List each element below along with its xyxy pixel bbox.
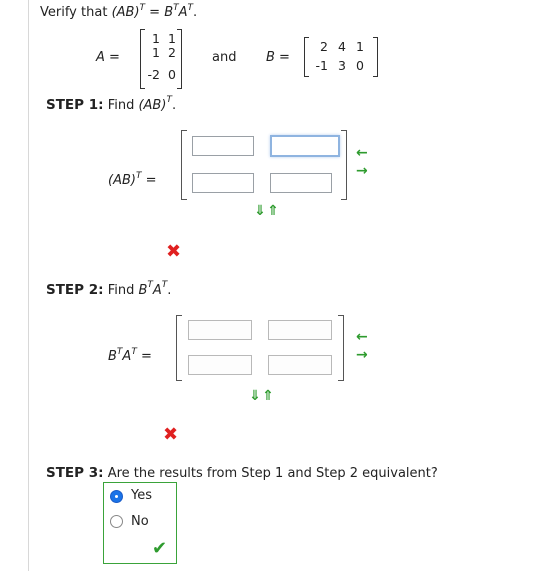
step1-heading: STEP 1: Find (AB)T.	[46, 95, 177, 113]
add-row-down-arrow-icon[interactable]: ⇓	[249, 388, 261, 404]
step1-input-r2c2[interactable]	[270, 173, 332, 193]
radio-no-label[interactable]: No	[131, 514, 149, 529]
step1-input-r2c1[interactable]	[192, 173, 254, 193]
step1-input-r1c1[interactable]	[192, 136, 254, 156]
problem-equals: =	[145, 5, 165, 20]
matrix-b-cell: 0	[356, 58, 364, 73]
radio-yes[interactable]	[110, 490, 123, 503]
step1-input-r1c2[interactable]	[270, 135, 340, 157]
left-margin-rule	[28, 0, 29, 571]
matrix-b-cell: -1	[315, 58, 328, 73]
matrix-b: 2 4 1 -1 3 0	[304, 37, 378, 77]
step2-label: STEP 2:	[46, 282, 104, 298]
step2-matrix-label: BTAT =	[108, 347, 152, 364]
step1-matrix-label: (AB)T =	[108, 171, 157, 188]
step2-input-r2c1[interactable]	[188, 355, 252, 375]
step1-label: STEP 1:	[46, 97, 104, 113]
radio-no[interactable]	[110, 515, 123, 528]
step2-input-r1c1[interactable]	[188, 320, 252, 340]
remove-row-up-arrow-icon[interactable]: ⇑	[262, 388, 274, 404]
matrix-a-cell: 1	[152, 45, 160, 60]
remove-column-left-arrow-icon[interactable]: ←	[356, 329, 368, 345]
matrix-a-label: A =	[96, 50, 120, 65]
matrix-a-cell: -2	[147, 67, 160, 82]
radio-yes-label[interactable]: Yes	[131, 488, 152, 503]
step2-heading: STEP 2: Find BTAT.	[46, 280, 172, 298]
step2-expr: BTAT	[138, 280, 168, 298]
step2-wrong-icon: ✖	[163, 424, 179, 445]
problem-rhs: BTAT	[164, 3, 194, 20]
matrix-a: 1 1 1 2 -2 0	[140, 29, 182, 89]
matrix-b-cell: 3	[338, 58, 346, 73]
matrix-a-cell: 2	[168, 45, 176, 60]
matrix-a-cell: 1	[152, 31, 160, 46]
step3-question: Are the results from Step 1 and Step 2 e…	[107, 466, 438, 481]
add-row-down-arrow-icon[interactable]: ⇓	[254, 203, 266, 219]
step2-input-r2c2[interactable]	[268, 355, 332, 375]
and-text: and	[212, 50, 237, 65]
step3-label: STEP 3:	[46, 465, 104, 481]
step1-wrong-icon: ✖	[166, 241, 182, 262]
remove-column-left-arrow-icon[interactable]: ←	[356, 145, 368, 161]
step1-expr: (AB)T	[138, 95, 172, 113]
step3-heading: STEP 3: Are the results from Step 1 and …	[46, 465, 438, 481]
problem-prefix: Verify that	[40, 5, 108, 20]
step3-correct-icon: ✔	[152, 538, 168, 559]
remove-row-up-arrow-icon[interactable]: ⇑	[267, 203, 279, 219]
matrix-b-cell: 4	[338, 39, 346, 54]
add-column-right-arrow-icon[interactable]: →	[356, 347, 368, 363]
matrix-b-cell: 1	[356, 39, 364, 54]
problem-statement: Verify that (AB)T = BTAT.	[40, 3, 198, 20]
matrix-b-label: B =	[266, 50, 290, 65]
problem-lhs: (AB)T	[111, 3, 146, 20]
step2-input-r1c2[interactable]	[268, 320, 332, 340]
matrix-a-cell: 1	[168, 31, 176, 46]
matrix-b-cell: 2	[320, 39, 328, 54]
add-column-right-arrow-icon[interactable]: →	[356, 163, 368, 179]
matrix-a-cell: 0	[168, 67, 176, 82]
